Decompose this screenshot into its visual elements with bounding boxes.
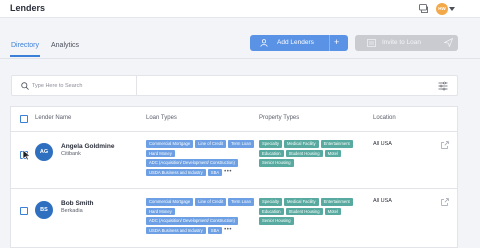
active-tab-indicator xyxy=(10,55,40,57)
add-dropdown-button[interactable]: + xyxy=(334,37,339,47)
loan-tag: Line of Credit xyxy=(195,198,227,206)
loan-tag: Commercial Mortgage xyxy=(146,198,194,206)
lender-location: All USA xyxy=(373,141,392,147)
button-divider xyxy=(329,35,330,51)
add-user-icon xyxy=(260,39,268,47)
loan-tag: Term Loan xyxy=(228,140,254,148)
property-tag: Senior Housing xyxy=(259,217,294,225)
avatar: AG xyxy=(35,143,53,161)
loan-types-tags: Commercial Mortgage Line of Credit Term … xyxy=(146,198,266,234)
loan-tag: SBA xyxy=(207,168,223,176)
search-icon xyxy=(21,82,29,90)
tab-directory[interactable]: Directory xyxy=(11,42,39,49)
loan-tag: Term Loan xyxy=(228,198,254,206)
user-avatar[interactable]: HW xyxy=(436,3,448,15)
header-location[interactable]: Location xyxy=(373,115,396,121)
cursor-pointer-icon xyxy=(22,149,31,161)
property-tag: Medical Facility xyxy=(284,140,319,148)
loan-tag: Hard Money xyxy=(146,207,175,215)
property-tag: Motel xyxy=(324,149,341,157)
property-tag: Senior Housing xyxy=(259,159,294,167)
loan-tag: SBA xyxy=(207,226,223,234)
property-tag: Specialty xyxy=(259,140,282,148)
loan-tag: Hard Money xyxy=(146,149,175,157)
lenders-table: Lender Name Loan Types Property Types Lo… xyxy=(10,106,458,248)
page-title: Lenders xyxy=(10,3,46,13)
property-tag: Education xyxy=(259,207,284,215)
lender-company: Citibank xyxy=(61,151,81,157)
search-bar xyxy=(11,75,458,96)
property-tag: Specialty xyxy=(259,198,282,206)
header-loan-types[interactable]: Loan Types xyxy=(146,115,177,121)
chat-icon[interactable] xyxy=(419,4,429,14)
more-loan-types[interactable]: ••• xyxy=(224,227,232,235)
loan-tag: USDA Business and Industry xyxy=(146,226,206,234)
lender-name[interactable]: Bob Smith xyxy=(61,200,94,207)
loan-types-tags: Commercial Mortgage Line of Credit Term … xyxy=(146,140,266,176)
lender-location: All USA xyxy=(373,198,392,204)
invite-to-loan-button[interactable]: Invite to Loan xyxy=(355,35,458,51)
table-row[interactable]: AG Angela Goldmine Citibank Commercial M… xyxy=(11,132,457,188)
header-property-types[interactable]: Property Types xyxy=(259,115,299,121)
property-tag: Student Housing xyxy=(285,149,323,157)
property-tag: Entertainment xyxy=(320,140,353,148)
loan-tag: ADC (Acquisition/ Development/ Construct… xyxy=(146,159,238,167)
invite-to-loan-label: Invite to Loan xyxy=(382,39,422,46)
property-types-tags: Specialty Medical Facility Entertainment… xyxy=(259,198,371,225)
top-bar: Lenders HW xyxy=(0,0,480,18)
header-lender-name[interactable]: Lender Name xyxy=(35,115,71,121)
avatar: BS xyxy=(35,201,53,219)
property-tag: Entertainment xyxy=(320,198,353,206)
share-icon[interactable] xyxy=(441,198,449,206)
property-tag: Motel xyxy=(324,207,341,215)
search-input[interactable] xyxy=(32,79,142,93)
loan-tag: Line of Credit xyxy=(195,140,227,148)
loan-tag: USDA Business and Industry xyxy=(146,168,206,176)
search-divider xyxy=(136,76,137,95)
divider xyxy=(0,58,480,59)
property-tag: Education xyxy=(259,149,284,157)
send-icon xyxy=(444,38,453,47)
select-all-checkbox[interactable] xyxy=(20,115,28,123)
add-lenders-button[interactable]: Add Lenders + xyxy=(250,35,348,51)
loan-tag: ADC (Acquisition/ Development/ Construct… xyxy=(146,217,238,225)
share-icon[interactable] xyxy=(441,141,449,149)
lender-name[interactable]: Angela Goldmine xyxy=(61,143,114,150)
property-types-tags: Specialty Medical Facility Entertainment… xyxy=(259,140,371,167)
loan-tag: Commercial Mortgage xyxy=(146,140,194,148)
more-loan-types[interactable]: ••• xyxy=(224,169,232,177)
property-tag: Student Housing xyxy=(285,207,323,215)
property-tag: Medical Facility xyxy=(284,198,319,206)
add-lenders-label: Add Lenders xyxy=(277,39,314,46)
filter-icon[interactable] xyxy=(438,81,448,91)
row-checkbox[interactable] xyxy=(20,207,28,215)
invite-icon xyxy=(367,39,376,47)
lender-company: Berkadia xyxy=(61,208,83,214)
table-row[interactable]: BS Bob Smith Berkadia Commercial Mortgag… xyxy=(11,189,457,245)
chevron-down-icon[interactable] xyxy=(449,7,455,11)
tab-analytics[interactable]: Analytics xyxy=(51,42,79,49)
